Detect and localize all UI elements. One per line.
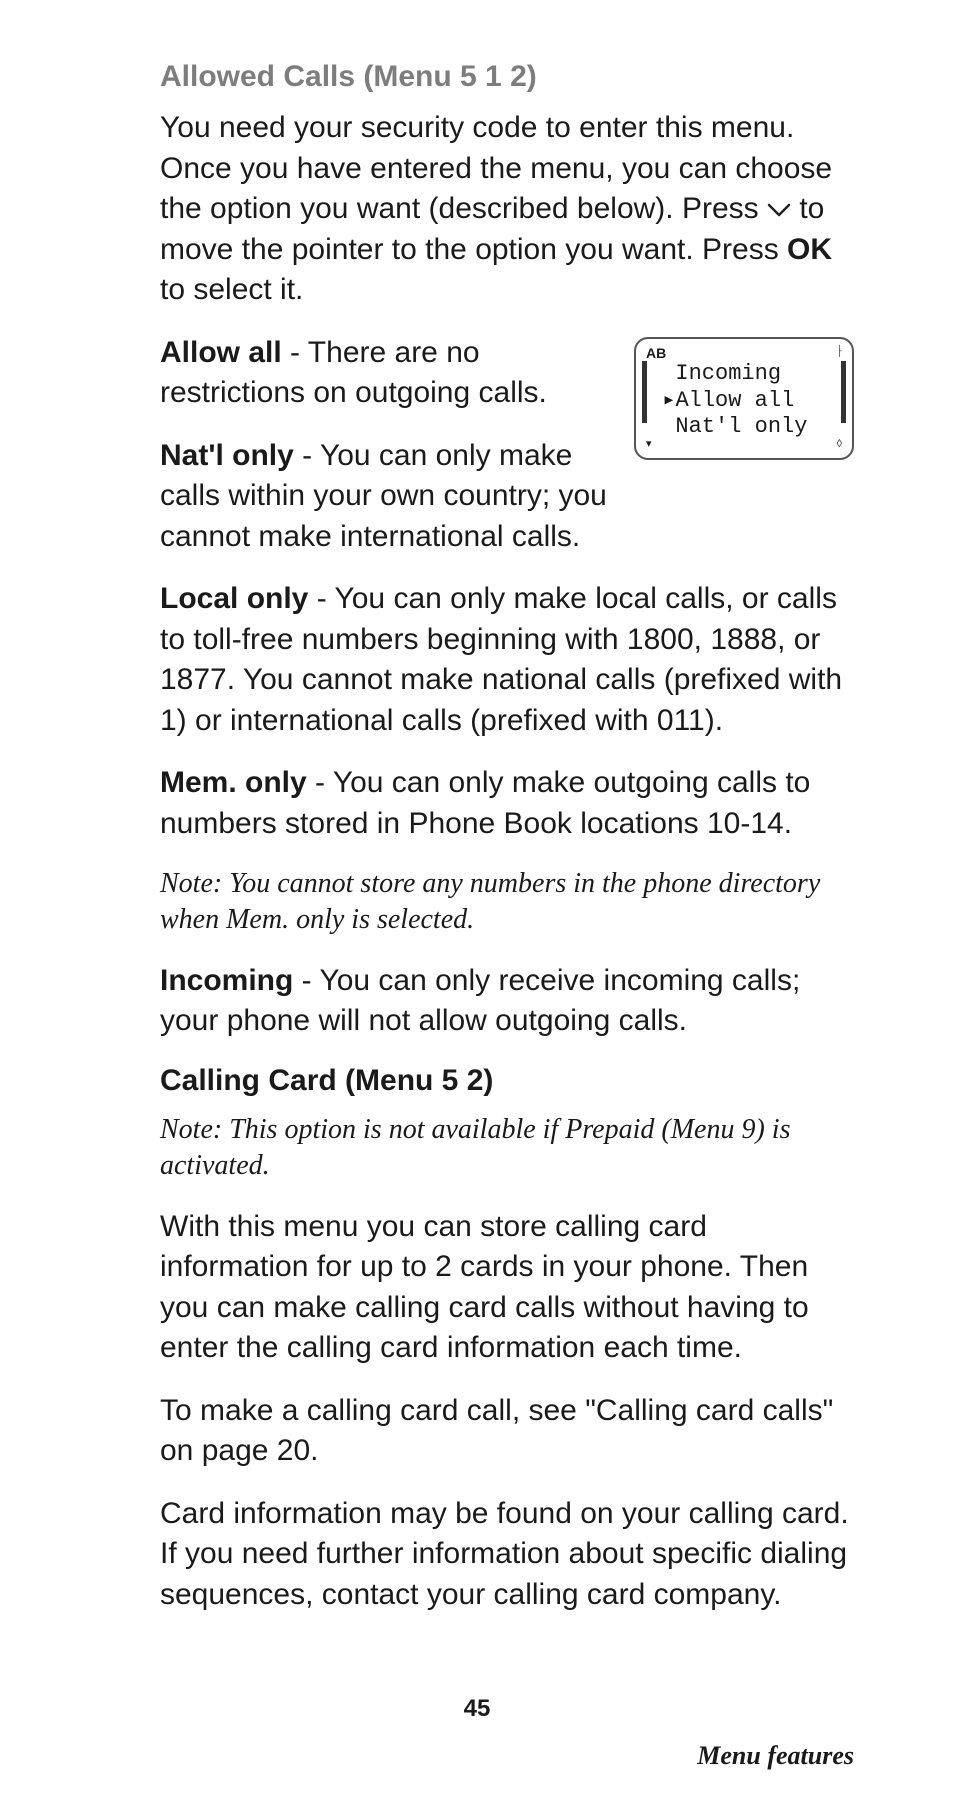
allow-all-label: Allow all bbox=[160, 336, 282, 369]
calling-card-p3: Card information may be found on your ca… bbox=[160, 1494, 854, 1616]
lcd-screen-illustration: AB ⸠ Incoming ▸Allow all Nat'l only ▾ ◊ bbox=[634, 337, 854, 460]
scroll-down-icon bbox=[767, 201, 791, 219]
calling-card-note: Note: This option is not available if Pr… bbox=[160, 1112, 854, 1185]
antenna-icon: ⸠ bbox=[837, 343, 844, 357]
natl-only-paragraph: Nat'l only - You can only make calls wit… bbox=[160, 436, 616, 558]
section-heading-allowed-calls: Allowed Calls (Menu 5 1 2) bbox=[160, 60, 854, 94]
intro-text-1: You need your security code to enter thi… bbox=[160, 111, 832, 225]
mem-only-label: Mem. only bbox=[160, 766, 307, 799]
lcd-footer-right: ◊ bbox=[837, 438, 842, 451]
section-heading-calling-card: Calling Card (Menu 5 2) bbox=[160, 1064, 854, 1098]
allow-all-paragraph: Allow all - There are no restrictions on… bbox=[160, 333, 616, 414]
incoming-paragraph: Incoming - You can only receive incoming… bbox=[160, 961, 854, 1042]
calling-card-p1: With this menu you can store calling car… bbox=[160, 1207, 854, 1369]
incoming-label: Incoming bbox=[160, 964, 293, 997]
intro-paragraph: You need your security code to enter thi… bbox=[160, 108, 854, 311]
page-number: 45 bbox=[0, 1695, 954, 1723]
natl-only-label: Nat'l only bbox=[160, 439, 294, 472]
lcd-line-natl-only: Nat'l only bbox=[649, 414, 839, 440]
intro-text-3: to select it. bbox=[160, 273, 303, 306]
lcd-scroll-bar-right bbox=[841, 361, 846, 423]
ok-key-label: OK bbox=[787, 233, 832, 266]
allow-all-row: Allow all - There are no restrictions on… bbox=[160, 333, 854, 558]
lcd-line-allow-all: ▸Allow all bbox=[649, 388, 839, 414]
document-page: Allowed Calls (Menu 5 1 2) You need your… bbox=[0, 0, 954, 1803]
mem-only-paragraph: Mem. only - You can only make outgoing c… bbox=[160, 763, 854, 844]
local-only-paragraph: Local only - You can only make local cal… bbox=[160, 579, 854, 741]
mem-only-note: Note: You cannot store any numbers in th… bbox=[160, 866, 854, 939]
local-only-label: Local only bbox=[160, 582, 308, 615]
lcd-footer-left: ▾ bbox=[646, 438, 652, 451]
lcd-line-incoming: Incoming bbox=[649, 361, 839, 387]
footer-section-label: Menu features bbox=[697, 1741, 854, 1771]
calling-card-p2: To make a calling card call, see "Callin… bbox=[160, 1391, 854, 1472]
lcd-mode-indicator: AB bbox=[642, 345, 846, 362]
